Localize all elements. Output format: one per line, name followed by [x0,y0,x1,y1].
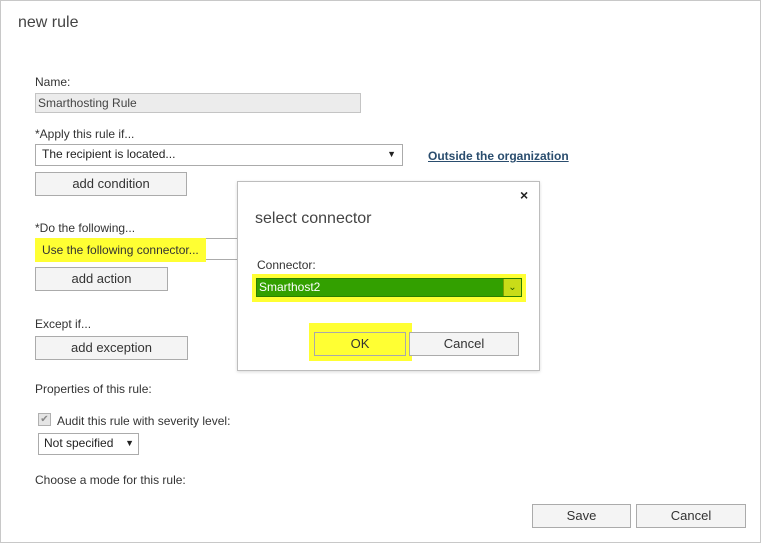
name-field[interactable]: Smarthosting Rule [35,93,361,113]
severity-select-value: Not specified [44,436,114,450]
close-icon[interactable]: × [520,187,528,203]
name-label: Name: [35,75,71,89]
chevron-down-icon[interactable]: ⌄ [503,279,521,296]
add-action-button[interactable]: add action [35,267,168,291]
action-select-highlighted-value[interactable]: Use the following connector... [35,238,206,262]
select-connector-dialog: × select connector Connector: Smarthost2… [237,181,540,371]
outside-organization-link[interactable]: Outside the organization [428,149,569,163]
add-exception-button[interactable]: add exception [35,336,188,360]
audit-label: Audit this rule with severity level: [57,414,231,428]
do-following-label: *Do the following... [35,221,136,235]
ok-button[interactable]: OK [314,332,406,356]
audit-checkbox[interactable]: ✔ [38,413,51,426]
dropdown-arrow-icon: ▼ [125,438,134,448]
apply-rule-label: *Apply this rule if... [35,127,135,141]
connector-select[interactable]: Smarthost2 ⌄ [256,278,522,297]
properties-label: Properties of this rule: [35,382,152,396]
cancel-button[interactable]: Cancel [636,504,746,528]
add-condition-button[interactable]: add condition [35,172,187,196]
condition-select-value: The recipient is located... [42,147,176,161]
dialog-cancel-button[interactable]: Cancel [409,332,519,356]
mode-label: Choose a mode for this rule: [35,473,186,487]
connector-highlight: Smarthost2 ⌄ [252,274,526,302]
ok-highlight: OK [309,323,412,361]
severity-select[interactable]: Not specified ▼ [38,433,139,455]
dropdown-arrow-icon: ▼ [387,149,396,159]
dialog-title: select connector [255,210,372,227]
new-rule-window: new rule Name: Smarthosting Rule *Apply … [0,0,761,543]
page-title: new rule [18,14,79,31]
checkmark-icon: ✔ [40,414,49,425]
connector-select-value: Smarthost2 [259,280,321,294]
condition-select[interactable]: The recipient is located... ▼ [35,144,403,166]
connector-label: Connector: [257,258,316,272]
save-button[interactable]: Save [532,504,631,528]
except-if-label: Except if... [35,317,92,331]
